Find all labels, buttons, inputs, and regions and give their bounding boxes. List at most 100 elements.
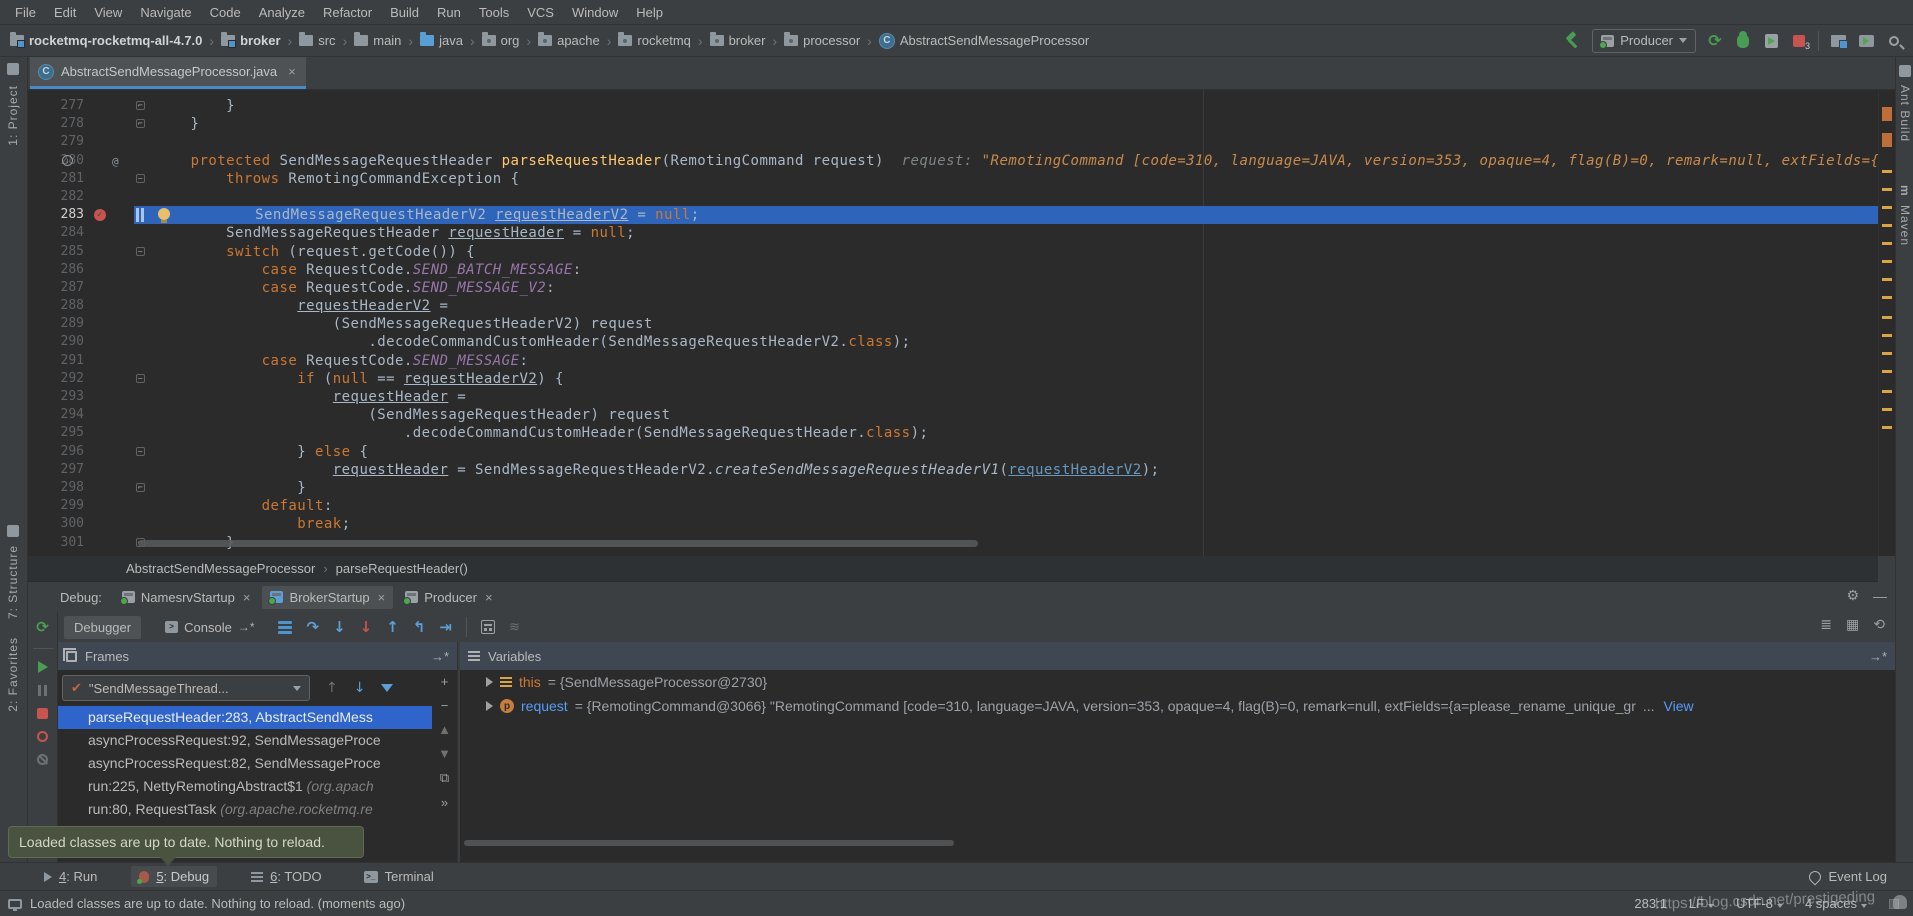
code-line[interactable]: 299 default: xyxy=(28,497,1878,515)
expand-arrow-icon[interactable] xyxy=(486,701,493,711)
code-line[interactable]: 300 break; xyxy=(28,515,1878,533)
breadcrumb-item[interactable]: rocketmq-rocketmq-all-4.7.0 xyxy=(10,33,202,48)
stop-button[interactable]: 3 xyxy=(1790,32,1808,50)
line-number[interactable]: 294 xyxy=(28,406,84,424)
line-number[interactable]: 286 xyxy=(28,261,84,279)
line-number[interactable]: 285 xyxy=(28,243,84,261)
menu-item-code[interactable]: Code xyxy=(201,2,250,23)
tool-window-button----debug[interactable]: 5: Debug xyxy=(131,866,217,887)
frame-row[interactable]: run:225, NettyRemotingAbstract$1 (org.ap… xyxy=(58,775,432,798)
sidebar-item-ant-build[interactable]: Ant Build xyxy=(1898,85,1912,142)
warning-stripe-mark[interactable] xyxy=(1882,224,1892,227)
step-out-icon[interactable]: ↑ xyxy=(386,618,399,636)
breadcrumb-item[interactable]: broker xyxy=(710,33,766,48)
line-number[interactable]: 291 xyxy=(28,352,84,370)
menu-item-edit[interactable]: Edit xyxy=(45,2,85,23)
override-marker-icon[interactable]: ↓ xyxy=(62,155,73,166)
line-number[interactable]: 287 xyxy=(28,279,84,297)
frame-row[interactable]: asyncProcessRequest:82, SendMessageProce xyxy=(58,752,432,775)
close-icon[interactable]: × xyxy=(485,590,493,605)
add-icon[interactable]: + xyxy=(441,674,449,689)
variables-horizontal-scrollbar[interactable] xyxy=(464,840,954,846)
step-into-icon[interactable]: ↓ xyxy=(333,618,346,636)
sidebar-item-project[interactable]: 1: Project xyxy=(6,85,20,146)
warning-stripe-mark[interactable] xyxy=(1882,316,1892,319)
variable-row[interactable]: prequest= {RemotingCommand@3066} "Remoti… xyxy=(460,694,1895,718)
fold-marker-icon[interactable]: − xyxy=(136,174,145,183)
run-to-cursor-icon[interactable]: ⇥ xyxy=(439,618,452,636)
warning-stripe-mark[interactable] xyxy=(1882,352,1892,355)
line-number[interactable]: 279 xyxy=(28,133,84,151)
run-with-coverage-button[interactable] xyxy=(1762,32,1780,50)
editor-tab[interactable]: C AbstractSendMessageProcessor.java × xyxy=(30,57,306,89)
fold-marker-icon[interactable]: − xyxy=(136,447,145,456)
line-number[interactable]: 282 xyxy=(28,188,84,206)
settings-gear-icon[interactable]: ⚙ xyxy=(1846,587,1859,604)
run-configuration-select[interactable]: Producer xyxy=(1592,29,1696,53)
debug-button[interactable] xyxy=(1734,32,1752,50)
code-line[interactable]: 293 requestHeader = xyxy=(28,388,1878,406)
search-everywhere-icon[interactable] xyxy=(1885,32,1903,50)
fold-marker-icon[interactable]: − xyxy=(136,374,145,383)
editor-horizontal-scrollbar[interactable] xyxy=(138,540,978,547)
threads-view-icon[interactable]: ≣ xyxy=(1820,616,1832,633)
code-line[interactable]: 298⌐ } xyxy=(28,479,1878,497)
warning-stripe-mark[interactable] xyxy=(1882,426,1892,429)
tab-debugger[interactable]: Debugger xyxy=(64,616,141,639)
thread-selector[interactable]: ✔ "SendMessageThread... xyxy=(62,675,310,701)
breadcrumb-item[interactable]: org xyxy=(482,33,520,48)
menu-item-file[interactable]: File xyxy=(6,2,45,23)
menu-item-analyze[interactable]: Analyze xyxy=(250,2,314,23)
menu-item-view[interactable]: View xyxy=(85,2,131,23)
code-line[interactable]: 285− switch (request.getCode()) { xyxy=(28,243,1878,261)
close-icon[interactable]: × xyxy=(243,590,251,605)
menu-item-tools[interactable]: Tools xyxy=(470,2,518,23)
tool-window-button-terminal[interactable]: >_Terminal xyxy=(356,866,442,887)
error-stripe[interactable] xyxy=(1878,90,1895,556)
line-number[interactable]: 289 xyxy=(28,315,84,333)
warning-stripe-mark[interactable] xyxy=(1882,242,1892,245)
project-structure-icon[interactable] xyxy=(1829,32,1847,50)
code-line[interactable]: 283✓ SendMessageRequestHeaderV2 requestH… xyxy=(28,206,1878,224)
previous-frame-icon[interactable]: ↑ xyxy=(326,680,338,696)
frame-row[interactable]: asyncProcessRequest:92, SendMessageProce xyxy=(58,729,432,752)
menu-item-help[interactable]: Help xyxy=(627,2,672,23)
warning-stripe-mark[interactable] xyxy=(1882,206,1892,209)
breadcrumb-item[interactable]: java xyxy=(420,33,463,48)
code-line[interactable]: 286 case RequestCode.SEND_BATCH_MESSAGE: xyxy=(28,261,1878,279)
warning-stripe-mark[interactable] xyxy=(1882,133,1892,147)
code-line[interactable]: 294 (SendMessageRequestHeader) request xyxy=(28,406,1878,424)
line-number[interactable]: 290 xyxy=(28,333,84,351)
line-number[interactable]: 301 xyxy=(28,534,84,552)
warning-stripe-mark[interactable] xyxy=(1882,278,1892,281)
code-line[interactable]: 288 requestHeaderV2 = xyxy=(28,297,1878,315)
line-number[interactable]: 280 xyxy=(28,152,84,170)
pin-icon[interactable]: →* xyxy=(1869,649,1887,664)
rerun-debug-icon[interactable]: ⟳ xyxy=(36,618,49,636)
evaluate-expression-icon[interactable] xyxy=(481,620,495,634)
line-number[interactable]: 297 xyxy=(28,461,84,479)
scroll-down-icon[interactable]: ▼ xyxy=(438,746,451,761)
step-over-icon[interactable]: ↷ xyxy=(306,618,319,636)
hide-frames-filter-icon[interactable] xyxy=(381,684,393,692)
code-line[interactable]: 282 xyxy=(28,188,1878,206)
menu-item-run[interactable]: Run xyxy=(428,2,470,23)
code-editor[interactable]: 277⌐ }278⌐ }279280↓@ protected SendMessa… xyxy=(28,90,1878,556)
remove-icon[interactable]: − xyxy=(441,698,449,713)
pause-icon[interactable] xyxy=(38,685,47,696)
fold-marker-icon[interactable]: ⌐ xyxy=(136,119,145,128)
line-number[interactable]: 295 xyxy=(28,424,84,442)
structure-icon[interactable] xyxy=(7,525,19,537)
line-number[interactable]: 300 xyxy=(28,515,84,533)
menu-item-build[interactable]: Build xyxy=(381,2,428,23)
code-line[interactable]: 281− throws RemotingCommandException { xyxy=(28,170,1878,188)
line-number[interactable]: 278 xyxy=(28,115,84,133)
sidebar-item-maven[interactable]: Maven xyxy=(1898,205,1912,246)
debug-session-tab-producer[interactable]: Producer× xyxy=(397,586,500,609)
line-number[interactable]: 299 xyxy=(28,497,84,515)
next-frame-icon[interactable]: ↓ xyxy=(354,680,366,696)
code-line[interactable]: 279 xyxy=(28,133,1878,151)
line-number[interactable]: 277 xyxy=(28,97,84,115)
line-number[interactable]: 296 xyxy=(28,443,84,461)
code-line[interactable]: 278⌐ } xyxy=(28,115,1878,133)
